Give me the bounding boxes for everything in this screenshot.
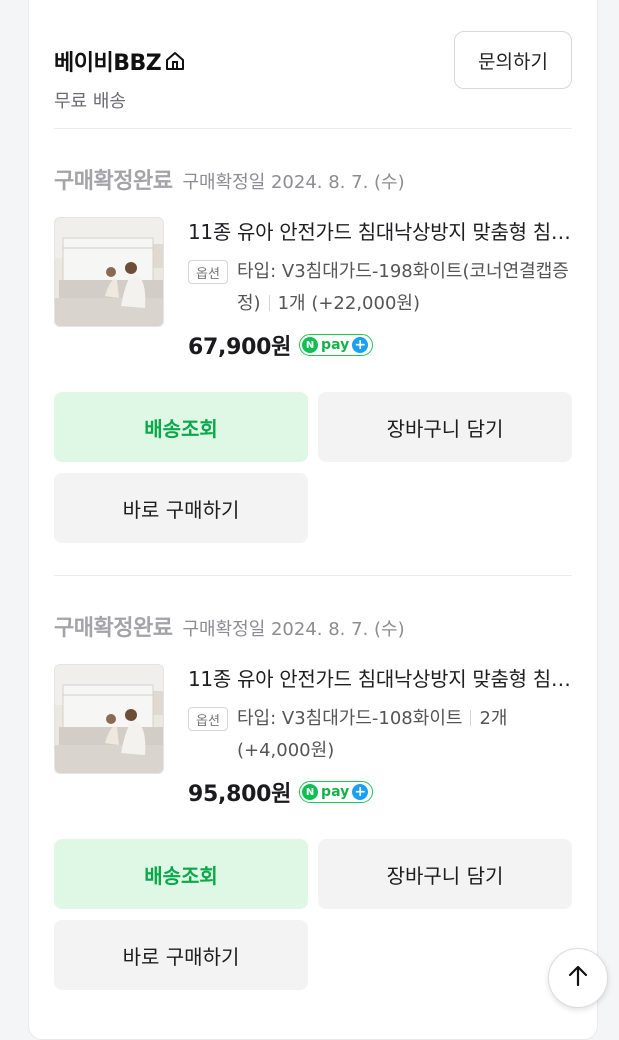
arrow-up-icon: [566, 964, 590, 992]
confirm-date: 구매확정일 2024. 8. 7. (수): [182, 619, 405, 640]
track-delivery-button[interactable]: 배송조회: [54, 392, 308, 462]
buy-now-button[interactable]: 바로 구매하기: [54, 473, 308, 543]
npay-label: pay: [321, 784, 350, 800]
npay-n-icon: N: [302, 337, 319, 353]
product-info[interactable]: 11종 유아 안전가드 침대낙상방지 맞춤형 침대가드 옵션 타입: V3침대가…: [54, 217, 574, 367]
divider: [54, 575, 572, 576]
shipping-info: 무료 배송: [54, 91, 126, 112]
scrollbar-track[interactable]: [611, 0, 619, 1024]
order-status: 구매확정완료: [54, 169, 173, 194]
product-price: 67,900원: [188, 335, 292, 360]
npay-badge: N pay +: [299, 781, 374, 803]
product-title[interactable]: 11종 유아 안전가드 침대낙상방지 맞춤형 침대가드: [188, 664, 574, 694]
add-to-cart-button[interactable]: 장바구니 담기: [318, 392, 572, 462]
buy-now-button[interactable]: 바로 구매하기: [54, 920, 308, 990]
track-delivery-button[interactable]: 배송조회: [54, 839, 308, 909]
option-badge: 옵션: [188, 260, 228, 284]
order-status-row: 구매확정완료 구매확정일 2024. 8. 7. (수): [54, 163, 574, 194]
option-separator: [268, 295, 270, 311]
seller-name-row[interactable]: 베이비BBZ: [54, 44, 187, 78]
product-thumbnail[interactable]: [54, 217, 164, 327]
product-price: 95,800원: [188, 782, 292, 807]
order-item: 구매확정완료 구매확정일 2024. 8. 7. (수) 11종 유아 안전가드…: [54, 163, 574, 367]
option-text: 타입: V3침대가드-108화이트 2개 (+4,000원): [237, 703, 577, 767]
option-quantity: 1개 (+22,000원): [277, 293, 420, 314]
order-status: 구매확정완료: [54, 616, 173, 641]
npay-badge: N pay +: [299, 334, 374, 356]
inquiry-button[interactable]: 문의하기: [454, 31, 572, 89]
option-separator: [470, 710, 472, 726]
order-item: 구매확정완료 구매확정일 2024. 8. 7. (수) 11종 유아 안전가드…: [54, 610, 574, 814]
npay-n-icon: N: [302, 784, 319, 800]
price-row: 67,900원 N pay +: [188, 329, 374, 361]
order-status-row: 구매확정완료 구매확정일 2024. 8. 7. (수): [54, 610, 574, 641]
product-title[interactable]: 11종 유아 안전가드 침대낙상방지 맞춤형 침대가드: [188, 217, 574, 247]
home-icon[interactable]: [163, 49, 187, 73]
divider: [54, 128, 572, 129]
plus-icon: +: [352, 784, 369, 800]
confirm-date: 구매확정일 2024. 8. 7. (수): [182, 172, 405, 193]
option-name: 타입: V3침대가드-108화이트: [237, 708, 463, 729]
add-to-cart-button[interactable]: 장바구니 담기: [318, 839, 572, 909]
price-row: 95,800원 N pay +: [188, 776, 374, 808]
seller-header: 베이비BBZ 무료 배송: [54, 44, 187, 113]
plus-icon: +: [352, 337, 369, 353]
npay-label: pay: [321, 337, 350, 353]
option-badge: 옵션: [188, 707, 228, 731]
seller-name[interactable]: 베이비BBZ: [54, 45, 162, 77]
product-info[interactable]: 11종 유아 안전가드 침대낙상방지 맞춤형 침대가드 옵션 타입: V3침대가…: [54, 664, 574, 814]
product-thumbnail[interactable]: [54, 664, 164, 774]
scroll-to-top-button[interactable]: [548, 948, 608, 1008]
option-text: 타입: V3침대가드-198화이트(코너연결캡증정) 1개 (+22,000원): [237, 256, 577, 320]
